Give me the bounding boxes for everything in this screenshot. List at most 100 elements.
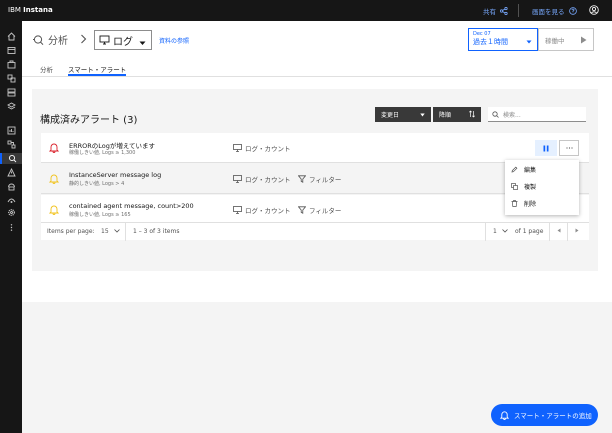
nav-platforms-icon[interactable] (5, 87, 17, 98)
add-smart-alert-label: スマート・アラートの追加 (514, 412, 592, 420)
live-mode-toggle[interactable]: 稼働中 (538, 28, 594, 51)
alert-source: ログ・カウント (233, 205, 291, 215)
items-range: 1 – 3 of 3 items (133, 228, 180, 235)
pause-icon (543, 145, 549, 151)
caret-down-icon (526, 38, 532, 46)
alert-source: ログ・カウント (233, 174, 291, 184)
menu-item-delete[interactable]: 削除 (511, 199, 536, 208)
brand-logo[interactable]: IBM Instana (8, 6, 53, 14)
search-placeholder: 検索... (503, 111, 521, 119)
alert-filter-label: フィルター (309, 176, 342, 184)
bell-icon (48, 173, 60, 186)
caret-right-icon (575, 228, 579, 233)
menu-item-label: 編集 (524, 167, 537, 174)
docs-label: 画面を見る (532, 8, 565, 16)
nav-more-icon[interactable] (5, 222, 17, 233)
menu-item-duplicate[interactable]: 複製 (511, 182, 536, 191)
next-page-button[interactable] (575, 228, 579, 235)
user-avatar-button[interactable] (589, 5, 599, 17)
nav-events-icon[interactable] (5, 167, 17, 178)
nav-settings-icon[interactable] (5, 207, 17, 218)
caret-down-icon (139, 38, 146, 49)
nav-dashboards-icon[interactable] (5, 125, 17, 136)
chevron-down-icon (113, 229, 120, 233)
total-pages: of 1 page (515, 228, 544, 235)
alert-name[interactable]: InstanceServer message log (69, 171, 161, 179)
alert-name[interactable]: contained agent message, count>200 (69, 202, 194, 210)
panel-title: 構成済みアラート (3) (40, 115, 138, 126)
alert-source: ログ・カウント (233, 143, 291, 153)
monitor-icon (233, 206, 242, 214)
pager-divider (125, 223, 126, 241)
filter-icon (298, 175, 306, 183)
play-icon (580, 36, 587, 46)
nav-automation-icon[interactable] (5, 181, 17, 192)
time-range-picker[interactable]: Dec 07 過去１時間 (468, 28, 538, 51)
overflow-menu-icon (565, 147, 573, 149)
alert-filter: フィルター (298, 174, 341, 184)
overflow-menu-button[interactable] (559, 140, 579, 156)
top-bar: IBM Instana 共有 画面を見る (0, 0, 612, 21)
alert-threshold: 稼働しきい値, Logs ≥ 165 (69, 212, 131, 218)
nav-websites-icon[interactable] (5, 45, 17, 56)
tab-smart-alerts[interactable]: スマート・アラート (68, 64, 127, 76)
alert-row[interactable]: ERRORのLogが増えています 稼働しきい値, Logs ≥ 1,300 ログ… (41, 133, 589, 163)
bell-icon (500, 411, 509, 420)
breadcrumb-analysis[interactable]: 分析 (32, 32, 68, 47)
page-header: 分析 ログ 資料の参照 Dec 07 過去１時間 稼働中 分析 スマート・アラー… (22, 21, 612, 77)
reference-link[interactable]: 資料の参照 (159, 36, 189, 45)
copy-icon (511, 183, 518, 190)
nav-home-icon[interactable] (5, 31, 17, 42)
previous-page-button[interactable] (557, 228, 561, 235)
pause-button[interactable] (535, 140, 557, 156)
filter-icon (298, 206, 306, 214)
add-smart-alert-button[interactable]: スマート・アラートの追加 (491, 404, 598, 426)
alert-source-label: ログ・カウント (245, 207, 291, 215)
log-type-select[interactable]: ログ (94, 30, 152, 50)
docs-button[interactable]: 画面を見る (532, 6, 577, 16)
monitor-icon (233, 175, 242, 183)
nav-synthetic-icon[interactable] (5, 195, 17, 206)
pager-divider (567, 223, 568, 241)
time-range-value: 過去１時間 (473, 38, 508, 46)
alert-filter-label: フィルター (309, 207, 342, 215)
nav-pipeline-icon[interactable] (5, 139, 17, 150)
sort-order-button[interactable]: 降順 (433, 107, 481, 122)
user-icon (589, 5, 599, 15)
analyze-icon (33, 34, 44, 45)
pagination-bar: Items per page: 15 1 – 3 of 3 items 1 of… (41, 222, 589, 241)
brand-prefix: IBM (8, 6, 21, 14)
alert-threshold: 静的しきい値, Logs > 4 (69, 181, 125, 187)
log-type-value: ログ (113, 36, 133, 48)
tab-analysis[interactable]: 分析 (40, 64, 53, 76)
sort-field-label: 変更日 (381, 112, 400, 119)
nav-infrastructure-icon[interactable] (5, 101, 17, 112)
monitor-icon (233, 144, 242, 152)
share-button[interactable]: 共有 (483, 6, 508, 16)
bell-icon (48, 142, 60, 155)
sort-field-dropdown[interactable]: 変更日 (375, 107, 431, 122)
alert-search-input[interactable]: 検索... (488, 107, 586, 122)
nav-services-icon[interactable] (5, 73, 17, 84)
page-select[interactable]: 1 (493, 228, 508, 235)
page-value: 1 (493, 228, 497, 235)
items-per-page-select[interactable]: 15 (101, 228, 120, 235)
alert-filter: フィルター (298, 205, 341, 215)
trash-icon (511, 200, 518, 207)
chevron-down-icon (501, 229, 508, 233)
nav-applications-icon[interactable] (5, 59, 17, 70)
items-per-page-label: Items per page: (47, 228, 95, 235)
live-mode-label: 稼働中 (545, 36, 565, 45)
nav-analytics-icon[interactable] (0, 153, 22, 164)
alert-threshold: 稼働しきい値, Logs ≥ 1,300 (69, 150, 136, 156)
chevron-right-icon (80, 34, 87, 46)
pager-divider (549, 223, 550, 241)
brand-name: Instana (23, 6, 53, 14)
pager-divider (485, 223, 486, 241)
menu-item-edit[interactable]: 編集 (511, 165, 536, 174)
alert-source-label: ログ・カウント (245, 176, 291, 184)
alert-source-label: ログ・カウント (245, 145, 291, 153)
share-label: 共有 (483, 8, 496, 16)
share-icon (500, 7, 508, 15)
monitor-icon (99, 35, 110, 45)
